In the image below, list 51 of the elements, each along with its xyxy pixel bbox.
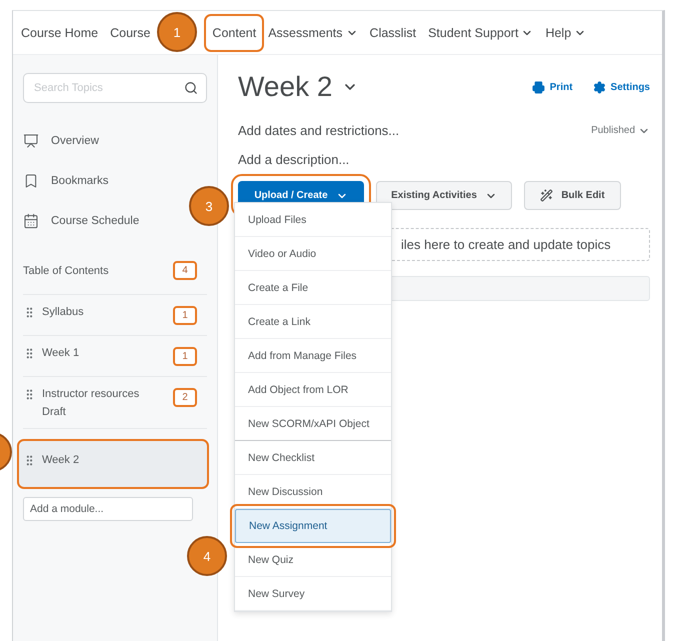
status-dropdown[interactable]: Published bbox=[591, 123, 650, 138]
toolbar-link[interactable]: Print bbox=[532, 80, 573, 94]
nav-link[interactable]: Course bbox=[110, 16, 150, 50]
search-field[interactable]: Search Topics bbox=[23, 73, 207, 103]
wand-icon bbox=[540, 189, 554, 202]
sidebar-link[interactable]: Overview bbox=[23, 121, 99, 161]
page-title[interactable]: Week 2 bbox=[238, 71, 358, 103]
module-item[interactable]: Week 2 bbox=[19, 441, 207, 487]
nav-link[interactable]: Help bbox=[545, 16, 586, 50]
settings-icon bbox=[592, 80, 606, 94]
search-icon bbox=[184, 81, 198, 95]
menu-item[interactable]: New Quiz bbox=[235, 543, 391, 577]
menu-item[interactable]: Add Object from LOR bbox=[235, 373, 391, 407]
bookmark-icon bbox=[23, 173, 39, 189]
nav-link[interactable]: Student Support bbox=[428, 16, 534, 50]
module-status: Draft bbox=[42, 406, 67, 418]
count-badge: 4 bbox=[173, 261, 197, 280]
nav-link[interactable]: Classlist bbox=[370, 16, 416, 50]
menu-item[interactable]: Add from Manage Files bbox=[235, 339, 391, 373]
calendar-icon bbox=[23, 213, 39, 229]
nav-link[interactable]: Assessments bbox=[268, 16, 358, 50]
module-name: Week 1 bbox=[42, 347, 80, 359]
sidebar-link[interactable]: Course Schedule bbox=[23, 201, 140, 241]
menu-item[interactable]: New Survey bbox=[235, 577, 391, 611]
step-marker: 1 bbox=[157, 12, 197, 52]
count-badge: 2 bbox=[173, 388, 197, 407]
menu-item[interactable]: New SCORM/xAPI Object bbox=[235, 407, 391, 441]
module-name: Week 2 bbox=[42, 454, 80, 466]
menu-item[interactable]: Upload Files bbox=[235, 203, 391, 237]
module-name: Syllabus bbox=[42, 306, 84, 318]
count-badge: 1 bbox=[173, 347, 197, 366]
menu-item[interactable]: New Checklist bbox=[235, 441, 391, 475]
menu-item[interactable]: Create a File bbox=[235, 271, 391, 305]
module-item[interactable]: Week 1 1 bbox=[23, 336, 207, 377]
sidebar-link[interactable]: Bookmarks bbox=[23, 161, 109, 201]
menu-item[interactable]: Create a Link bbox=[235, 305, 391, 339]
nav-link[interactable]: Content bbox=[206, 16, 262, 50]
action-button[interactable]: Bulk Edit bbox=[524, 181, 621, 210]
count-badge: 1 bbox=[173, 306, 197, 325]
module-item[interactable]: Instructor resources Draft 2 bbox=[23, 377, 207, 429]
dates-link[interactable]: Add dates and restrictions... bbox=[238, 123, 400, 138]
action-button[interactable]: Existing Activities bbox=[376, 181, 512, 210]
toolbar-link[interactable]: Settings bbox=[592, 80, 650, 94]
add-module-field[interactable]: Add a module... bbox=[23, 497, 193, 521]
presentation-icon bbox=[23, 133, 39, 149]
nav-link[interactable]: Course Home bbox=[21, 16, 98, 50]
menu-item[interactable]: Video or Audio bbox=[235, 237, 391, 271]
module-name: Instructor resources bbox=[42, 388, 140, 400]
toc-heading[interactable]: Table of Contents bbox=[23, 264, 109, 276]
description-link[interactable]: Add a description... bbox=[238, 152, 650, 167]
module-item[interactable]: Syllabus 1 bbox=[23, 295, 207, 336]
